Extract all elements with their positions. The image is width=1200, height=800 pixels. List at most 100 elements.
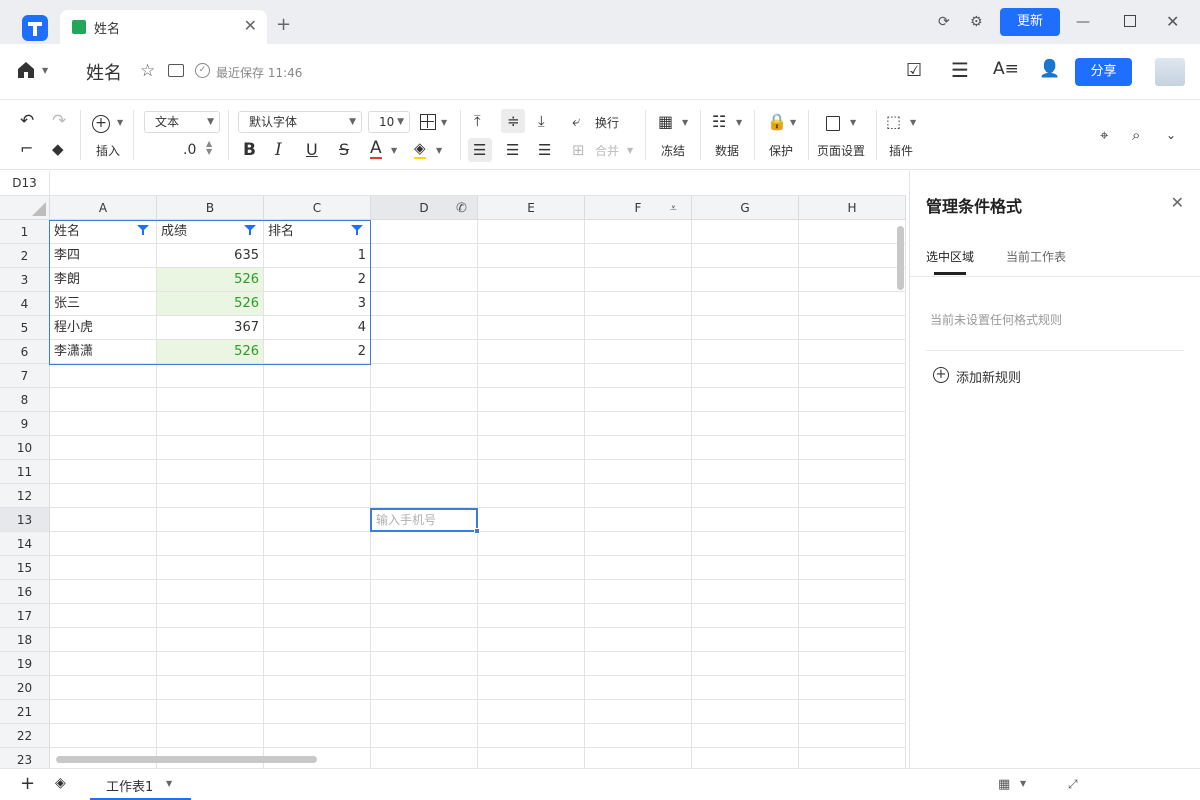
cell[interactable]: [692, 364, 799, 388]
table-cell[interactable]: 526: [157, 340, 264, 364]
align-top-icon[interactable]: ⤒: [474, 112, 481, 130]
cell[interactable]: [157, 532, 264, 556]
table-cell[interactable]: 李朗: [50, 268, 157, 292]
menu-icon[interactable]: ☰: [951, 58, 969, 82]
cell[interactable]: [478, 268, 585, 292]
cell[interactable]: [585, 748, 692, 768]
cell[interactable]: [264, 676, 371, 700]
cell[interactable]: [50, 388, 157, 412]
add-rule-icon[interactable]: +: [933, 367, 949, 383]
format-painter-icon[interactable]: ⌐: [20, 140, 33, 158]
cell[interactable]: [478, 340, 585, 364]
font-family-select[interactable]: 默认字体 ▼: [238, 111, 362, 133]
cell[interactable]: [478, 508, 585, 532]
cell[interactable]: [264, 460, 371, 484]
cell[interactable]: [585, 604, 692, 628]
minimize-icon[interactable]: —: [1076, 14, 1090, 30]
align-bottom-icon[interactable]: ⤓: [538, 112, 545, 130]
bold-icon[interactable]: B: [243, 141, 256, 159]
cell[interactable]: [799, 724, 906, 748]
cell[interactable]: [478, 484, 585, 508]
cell[interactable]: [692, 412, 799, 436]
cell[interactable]: [478, 292, 585, 316]
cell[interactable]: [371, 748, 478, 768]
wrap-icon[interactable]: ⤶: [572, 112, 580, 130]
cell[interactable]: [157, 364, 264, 388]
protect-label[interactable]: 保护: [769, 142, 793, 159]
cell[interactable]: [50, 676, 157, 700]
plugin-label[interactable]: 插件: [889, 142, 913, 159]
fullscreen-icon[interactable]: ⤢: [1068, 777, 1078, 792]
cell[interactable]: [692, 556, 799, 580]
cell[interactable]: [50, 604, 157, 628]
cell[interactable]: [585, 460, 692, 484]
table-cell[interactable]: 2: [264, 268, 371, 292]
cell[interactable]: [478, 556, 585, 580]
cell[interactable]: [478, 724, 585, 748]
row-header-16[interactable]: 16: [0, 580, 50, 604]
table-cell[interactable]: 367: [157, 316, 264, 340]
cell[interactable]: [371, 580, 478, 604]
cell[interactable]: [264, 508, 371, 532]
cell[interactable]: [799, 244, 906, 268]
star-icon[interactable]: ☆: [140, 61, 155, 81]
insert-caret[interactable]: ▼: [117, 118, 123, 127]
cell[interactable]: [692, 268, 799, 292]
cell[interactable]: [692, 652, 799, 676]
cell[interactable]: [799, 604, 906, 628]
cell[interactable]: [264, 532, 371, 556]
protect-caret[interactable]: ▼: [790, 118, 796, 127]
add-sheet-icon[interactable]: +: [20, 773, 35, 794]
cell[interactable]: [264, 436, 371, 460]
undo-icon[interactable]: ↶: [20, 112, 34, 130]
column-header-h[interactable]: H: [799, 196, 906, 220]
cell[interactable]: [371, 412, 478, 436]
underline-icon[interactable]: U: [306, 141, 318, 159]
lock-icon[interactable]: 🔒: [767, 113, 787, 131]
cell[interactable]: [692, 748, 799, 768]
cell[interactable]: [799, 532, 906, 556]
doc-title[interactable]: 姓名: [86, 59, 122, 85]
cell[interactable]: [799, 580, 906, 604]
cell[interactable]: [799, 388, 906, 412]
cell[interactable]: [799, 340, 906, 364]
move-icon[interactable]: [168, 64, 184, 77]
decimal-stepper-icon[interactable]: ▲ ▼: [206, 140, 212, 156]
cell[interactable]: [371, 604, 478, 628]
cell[interactable]: [50, 580, 157, 604]
brush-icon[interactable]: ⌖: [1100, 126, 1108, 144]
cell[interactable]: [692, 508, 799, 532]
column-header-e[interactable]: E: [478, 196, 585, 220]
cell[interactable]: [585, 508, 692, 532]
cell[interactable]: [50, 484, 157, 508]
cell[interactable]: [799, 460, 906, 484]
cell[interactable]: [478, 748, 585, 768]
cell[interactable]: [478, 220, 585, 244]
page-setup-label[interactable]: 页面设置: [817, 142, 865, 159]
app-logo[interactable]: [22, 15, 48, 41]
cell[interactable]: [50, 508, 157, 532]
sheet-list-icon[interactable]: ◈: [55, 775, 66, 791]
cell[interactable]: [478, 628, 585, 652]
cell[interactable]: [585, 388, 692, 412]
row-header-2[interactable]: 2: [0, 244, 50, 268]
cell[interactable]: [371, 484, 478, 508]
cell[interactable]: [799, 628, 906, 652]
phone-icon[interactable]: ✆: [456, 201, 467, 216]
data-caret[interactable]: ▼: [736, 118, 742, 127]
wrap-label[interactable]: 换行: [595, 114, 619, 131]
vertical-scrollbar[interactable]: [897, 226, 904, 290]
row-header-8[interactable]: 8: [0, 388, 50, 412]
cell[interactable]: [50, 556, 157, 580]
table-cell[interactable]: 526: [157, 292, 264, 316]
cell[interactable]: [371, 676, 478, 700]
cell[interactable]: [157, 412, 264, 436]
plugin-caret[interactable]: ▼: [910, 118, 916, 127]
cell[interactable]: [371, 700, 478, 724]
merge-label[interactable]: 合并: [595, 142, 619, 159]
row-header-22[interactable]: 22: [0, 724, 50, 748]
cell[interactable]: [157, 508, 264, 532]
cell[interactable]: [799, 292, 906, 316]
cell[interactable]: [371, 364, 478, 388]
cell[interactable]: [371, 340, 478, 364]
